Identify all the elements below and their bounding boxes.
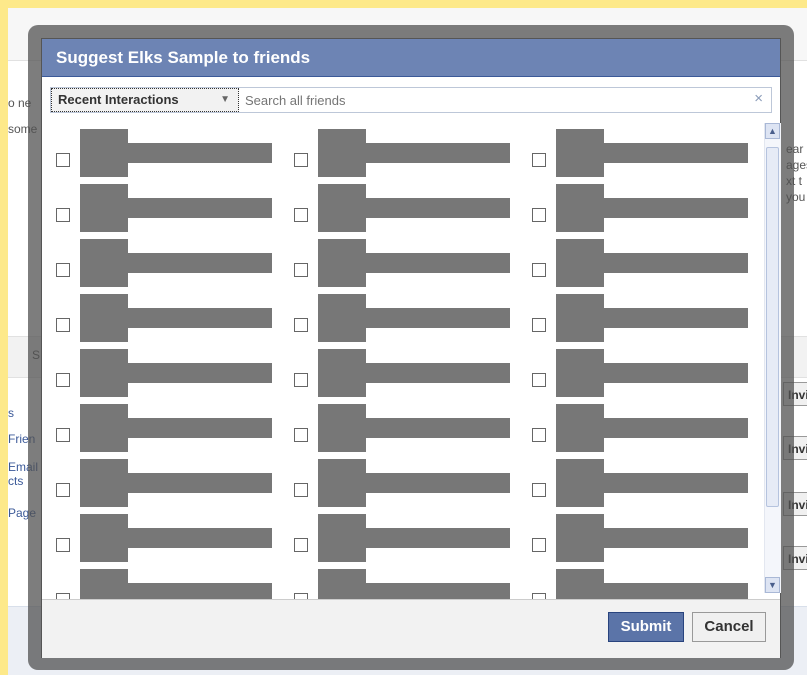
friend-name bbox=[590, 363, 748, 383]
friend-item[interactable] bbox=[288, 569, 524, 599]
friend-name bbox=[114, 198, 272, 218]
friend-checkbox[interactable] bbox=[56, 153, 70, 167]
friend-checkbox[interactable] bbox=[532, 538, 546, 552]
friend-item[interactable] bbox=[526, 404, 762, 458]
friend-item[interactable] bbox=[288, 514, 524, 568]
friend-item[interactable] bbox=[50, 514, 286, 568]
friend-name: Lindsay Saunders bbox=[352, 198, 510, 218]
friend-item[interactable]: Lindsay Saunders bbox=[288, 184, 524, 238]
friend-checkbox[interactable] bbox=[294, 208, 308, 222]
friend-name bbox=[352, 308, 510, 328]
friend-list: Lindsay Saunders Nick Hemeyer Zach Vruwink… bbox=[50, 121, 764, 599]
suggest-friends-dialog: Suggest Elks Sample to friends Recent In… bbox=[41, 38, 781, 658]
scroll-down-icon[interactable]: ▼ bbox=[765, 577, 780, 593]
friend-name bbox=[352, 143, 510, 163]
friend-checkbox[interactable] bbox=[56, 208, 70, 222]
friend-name bbox=[590, 198, 748, 218]
friend-item[interactable] bbox=[288, 294, 524, 348]
friend-name bbox=[352, 528, 510, 548]
scrollbar-thumb[interactable] bbox=[766, 147, 779, 507]
chevron-down-icon: ▼ bbox=[220, 94, 230, 105]
friend-name bbox=[590, 253, 748, 273]
friend-item[interactable] bbox=[288, 459, 524, 513]
friend-item[interactable] bbox=[526, 569, 762, 599]
close-icon[interactable]: × bbox=[754, 90, 763, 107]
friend-checkbox[interactable] bbox=[294, 318, 308, 332]
submit-button[interactable]: Submit bbox=[608, 612, 684, 642]
friend-checkbox[interactable] bbox=[294, 263, 308, 277]
friend-item[interactable] bbox=[50, 569, 286, 599]
friend-name bbox=[352, 473, 510, 493]
friend-checkbox[interactable] bbox=[532, 318, 546, 332]
friend-name bbox=[114, 363, 272, 383]
friend-item[interactable]: Nick Hemeyer bbox=[288, 239, 524, 293]
friend-name bbox=[590, 583, 748, 599]
friend-name bbox=[114, 143, 272, 163]
friend-item[interactable] bbox=[288, 404, 524, 458]
friend-checkbox[interactable] bbox=[294, 428, 308, 442]
search-friends-input[interactable] bbox=[245, 90, 735, 110]
friend-item[interactable] bbox=[288, 129, 524, 183]
background-link[interactable]: s bbox=[8, 406, 14, 420]
friend-item[interactable] bbox=[50, 404, 286, 458]
friend-checkbox[interactable] bbox=[56, 538, 70, 552]
friend-item[interactable] bbox=[50, 239, 286, 293]
friend-checkbox[interactable] bbox=[532, 263, 546, 277]
friend-item[interactable] bbox=[50, 349, 286, 403]
friend-item[interactable] bbox=[526, 349, 762, 403]
friend-item[interactable] bbox=[50, 184, 286, 238]
friend-item[interactable] bbox=[50, 129, 286, 183]
friend-item[interactable] bbox=[526, 239, 762, 293]
friend-checkbox[interactable] bbox=[294, 373, 308, 387]
friend-name bbox=[352, 418, 510, 438]
friend-checkbox[interactable] bbox=[294, 538, 308, 552]
friend-name bbox=[590, 418, 748, 438]
friend-name bbox=[590, 473, 748, 493]
friend-checkbox[interactable] bbox=[532, 153, 546, 167]
friend-name: Zach Vruwink bbox=[114, 308, 272, 328]
friend-filter-bar: Recent Interactions ▼ × bbox=[50, 87, 772, 113]
dialog-title: Suggest Elks Sample to friends bbox=[42, 39, 780, 77]
friend-name: Phil Claiborne bbox=[114, 473, 272, 493]
friend-checkbox[interactable] bbox=[532, 428, 546, 442]
friend-checkbox[interactable] bbox=[56, 373, 70, 387]
friend-name bbox=[352, 363, 510, 383]
friend-name bbox=[114, 253, 272, 273]
dialog-footer: Submit Cancel bbox=[42, 599, 780, 658]
friend-item[interactable] bbox=[526, 294, 762, 348]
friend-name bbox=[114, 418, 272, 438]
friend-item[interactable] bbox=[526, 129, 762, 183]
friend-item[interactable] bbox=[526, 184, 762, 238]
friend-item[interactable] bbox=[526, 514, 762, 568]
friend-item[interactable]: Phil Claiborne bbox=[50, 459, 286, 513]
friend-checkbox[interactable] bbox=[294, 483, 308, 497]
friend-list-scrollbar[interactable]: ▲ ▼ bbox=[764, 123, 781, 593]
friend-checkbox[interactable] bbox=[56, 263, 70, 277]
friend-item[interactable]: Zach Vruwink bbox=[50, 294, 286, 348]
friend-checkbox[interactable] bbox=[532, 208, 546, 222]
friend-checkbox[interactable] bbox=[56, 483, 70, 497]
friend-checkbox[interactable] bbox=[532, 483, 546, 497]
cancel-button[interactable]: Cancel bbox=[692, 612, 766, 642]
friend-name: Nick Hemeyer bbox=[352, 253, 510, 273]
friend-checkbox[interactable] bbox=[56, 428, 70, 442]
friend-checkbox[interactable] bbox=[56, 318, 70, 332]
friend-checkbox[interactable] bbox=[532, 373, 546, 387]
filter-dropdown[interactable]: Recent Interactions ▼ bbox=[51, 88, 239, 112]
friend-name bbox=[352, 583, 510, 599]
friend-name bbox=[590, 308, 748, 328]
friend-name bbox=[590, 528, 748, 548]
scroll-up-icon[interactable]: ▲ bbox=[765, 123, 780, 139]
friend-item[interactable] bbox=[526, 459, 762, 513]
friend-name bbox=[590, 143, 748, 163]
friend-checkbox[interactable] bbox=[294, 153, 308, 167]
friend-name bbox=[114, 583, 272, 599]
filter-dropdown-label: Recent Interactions bbox=[58, 92, 179, 107]
friend-item[interactable] bbox=[288, 349, 524, 403]
background-link[interactable]: cts bbox=[8, 474, 23, 488]
friend-name bbox=[114, 528, 272, 548]
